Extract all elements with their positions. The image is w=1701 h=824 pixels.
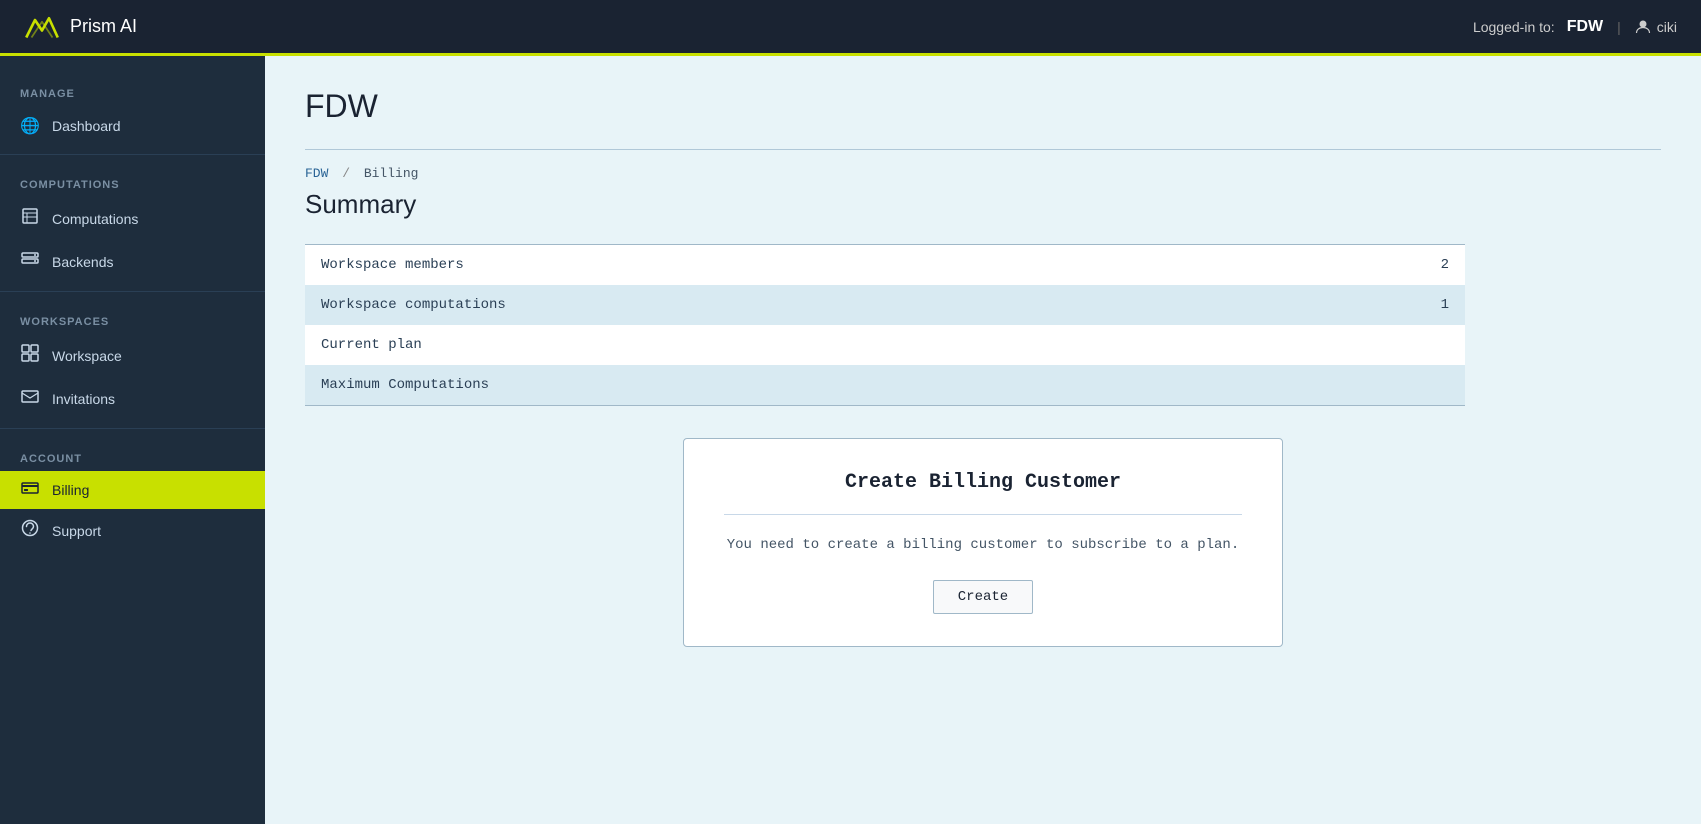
table-cell-value: 1 [1283, 285, 1465, 325]
sidebar-label-invitations: Invitations [52, 391, 115, 407]
table-row: Workspace computations 1 [305, 285, 1465, 325]
sidebar-label-dashboard: Dashboard [52, 118, 121, 134]
sidebar-item-backends[interactable]: Backends [0, 240, 265, 283]
billing-card-title: Create Billing Customer [724, 471, 1242, 494]
billing-card-separator [724, 514, 1242, 515]
layout: MANAGE 🌐 Dashboard COMPUTATIONS Computat… [0, 56, 1701, 824]
table-cell-label: Workspace computations [305, 285, 1283, 325]
header-right: Logged-in to: FDW | ciki [1473, 18, 1677, 36]
logo-area: Prism AI [24, 13, 137, 41]
page-separator [305, 149, 1661, 150]
logo-icon [24, 13, 60, 41]
billing-icon [20, 481, 40, 499]
page-title: FDW [305, 88, 1661, 125]
workspace-icon [20, 344, 40, 367]
logged-in-label: Logged-in to: [1473, 19, 1555, 35]
sidebar-section-computations: COMPUTATIONS [0, 163, 265, 197]
breadcrumb-fdw[interactable]: FDW [305, 166, 328, 181]
breadcrumb-sep: / [342, 166, 358, 181]
header-divider: | [1617, 19, 1621, 35]
sidebar-section-manage: MANAGE [0, 72, 265, 106]
header-username: ciki [1657, 19, 1677, 35]
header-org: FDW [1567, 18, 1603, 36]
table-cell-label: Workspace members [305, 245, 1283, 286]
sidebar-label-backends: Backends [52, 254, 113, 270]
table-cell-value [1283, 365, 1465, 406]
billing-card-description: You need to create a billing customer to… [724, 535, 1242, 556]
sidebar-item-support[interactable]: Support [0, 509, 265, 552]
sidebar-item-workspace[interactable]: Workspace [0, 334, 265, 377]
dashboard-icon: 🌐 [20, 116, 40, 136]
breadcrumb-billing: Billing [364, 166, 419, 181]
table-row: Maximum Computations [305, 365, 1465, 406]
sidebar-label-billing: Billing [52, 482, 89, 498]
invitations-icon [20, 387, 40, 410]
sidebar-divider-3 [0, 428, 265, 429]
computations-icon [20, 207, 40, 230]
support-icon [20, 519, 40, 542]
app-name: Prism AI [70, 16, 137, 37]
sidebar-label-workspace: Workspace [52, 348, 122, 364]
table-cell-value [1283, 325, 1465, 365]
sidebar-divider-2 [0, 291, 265, 292]
sidebar-label-support: Support [52, 523, 101, 539]
header-user: ciki [1635, 19, 1677, 35]
table-row: Current plan [305, 325, 1465, 365]
breadcrumb: FDW / Billing [305, 166, 1661, 181]
summary-table: Workspace members 2 Workspace computatio… [305, 244, 1465, 406]
backends-icon [20, 250, 40, 273]
table-cell-label: Current plan [305, 325, 1283, 365]
billing-card: Create Billing Customer You need to crea… [683, 438, 1283, 647]
main-content: FDW FDW / Billing Summary Workspace memb… [265, 56, 1701, 824]
sidebar-section-workspaces: WORKSPACES [0, 300, 265, 334]
section-title: Summary [305, 189, 1661, 220]
table-row: Workspace members 2 [305, 245, 1465, 286]
sidebar-section-account: ACCOUNT [0, 437, 265, 471]
sidebar-item-billing[interactable]: Billing [0, 471, 265, 509]
sidebar: MANAGE 🌐 Dashboard COMPUTATIONS Computat… [0, 56, 265, 824]
table-cell-value: 2 [1283, 245, 1465, 286]
sidebar-divider-1 [0, 154, 265, 155]
table-cell-label: Maximum Computations [305, 365, 1283, 406]
create-button[interactable]: Create [933, 580, 1033, 614]
sidebar-item-invitations[interactable]: Invitations [0, 377, 265, 420]
user-icon [1635, 19, 1651, 35]
top-header: Prism AI Logged-in to: FDW | ciki [0, 0, 1701, 56]
sidebar-item-computations[interactable]: Computations [0, 197, 265, 240]
sidebar-label-computations: Computations [52, 211, 138, 227]
sidebar-item-dashboard[interactable]: 🌐 Dashboard [0, 106, 265, 146]
